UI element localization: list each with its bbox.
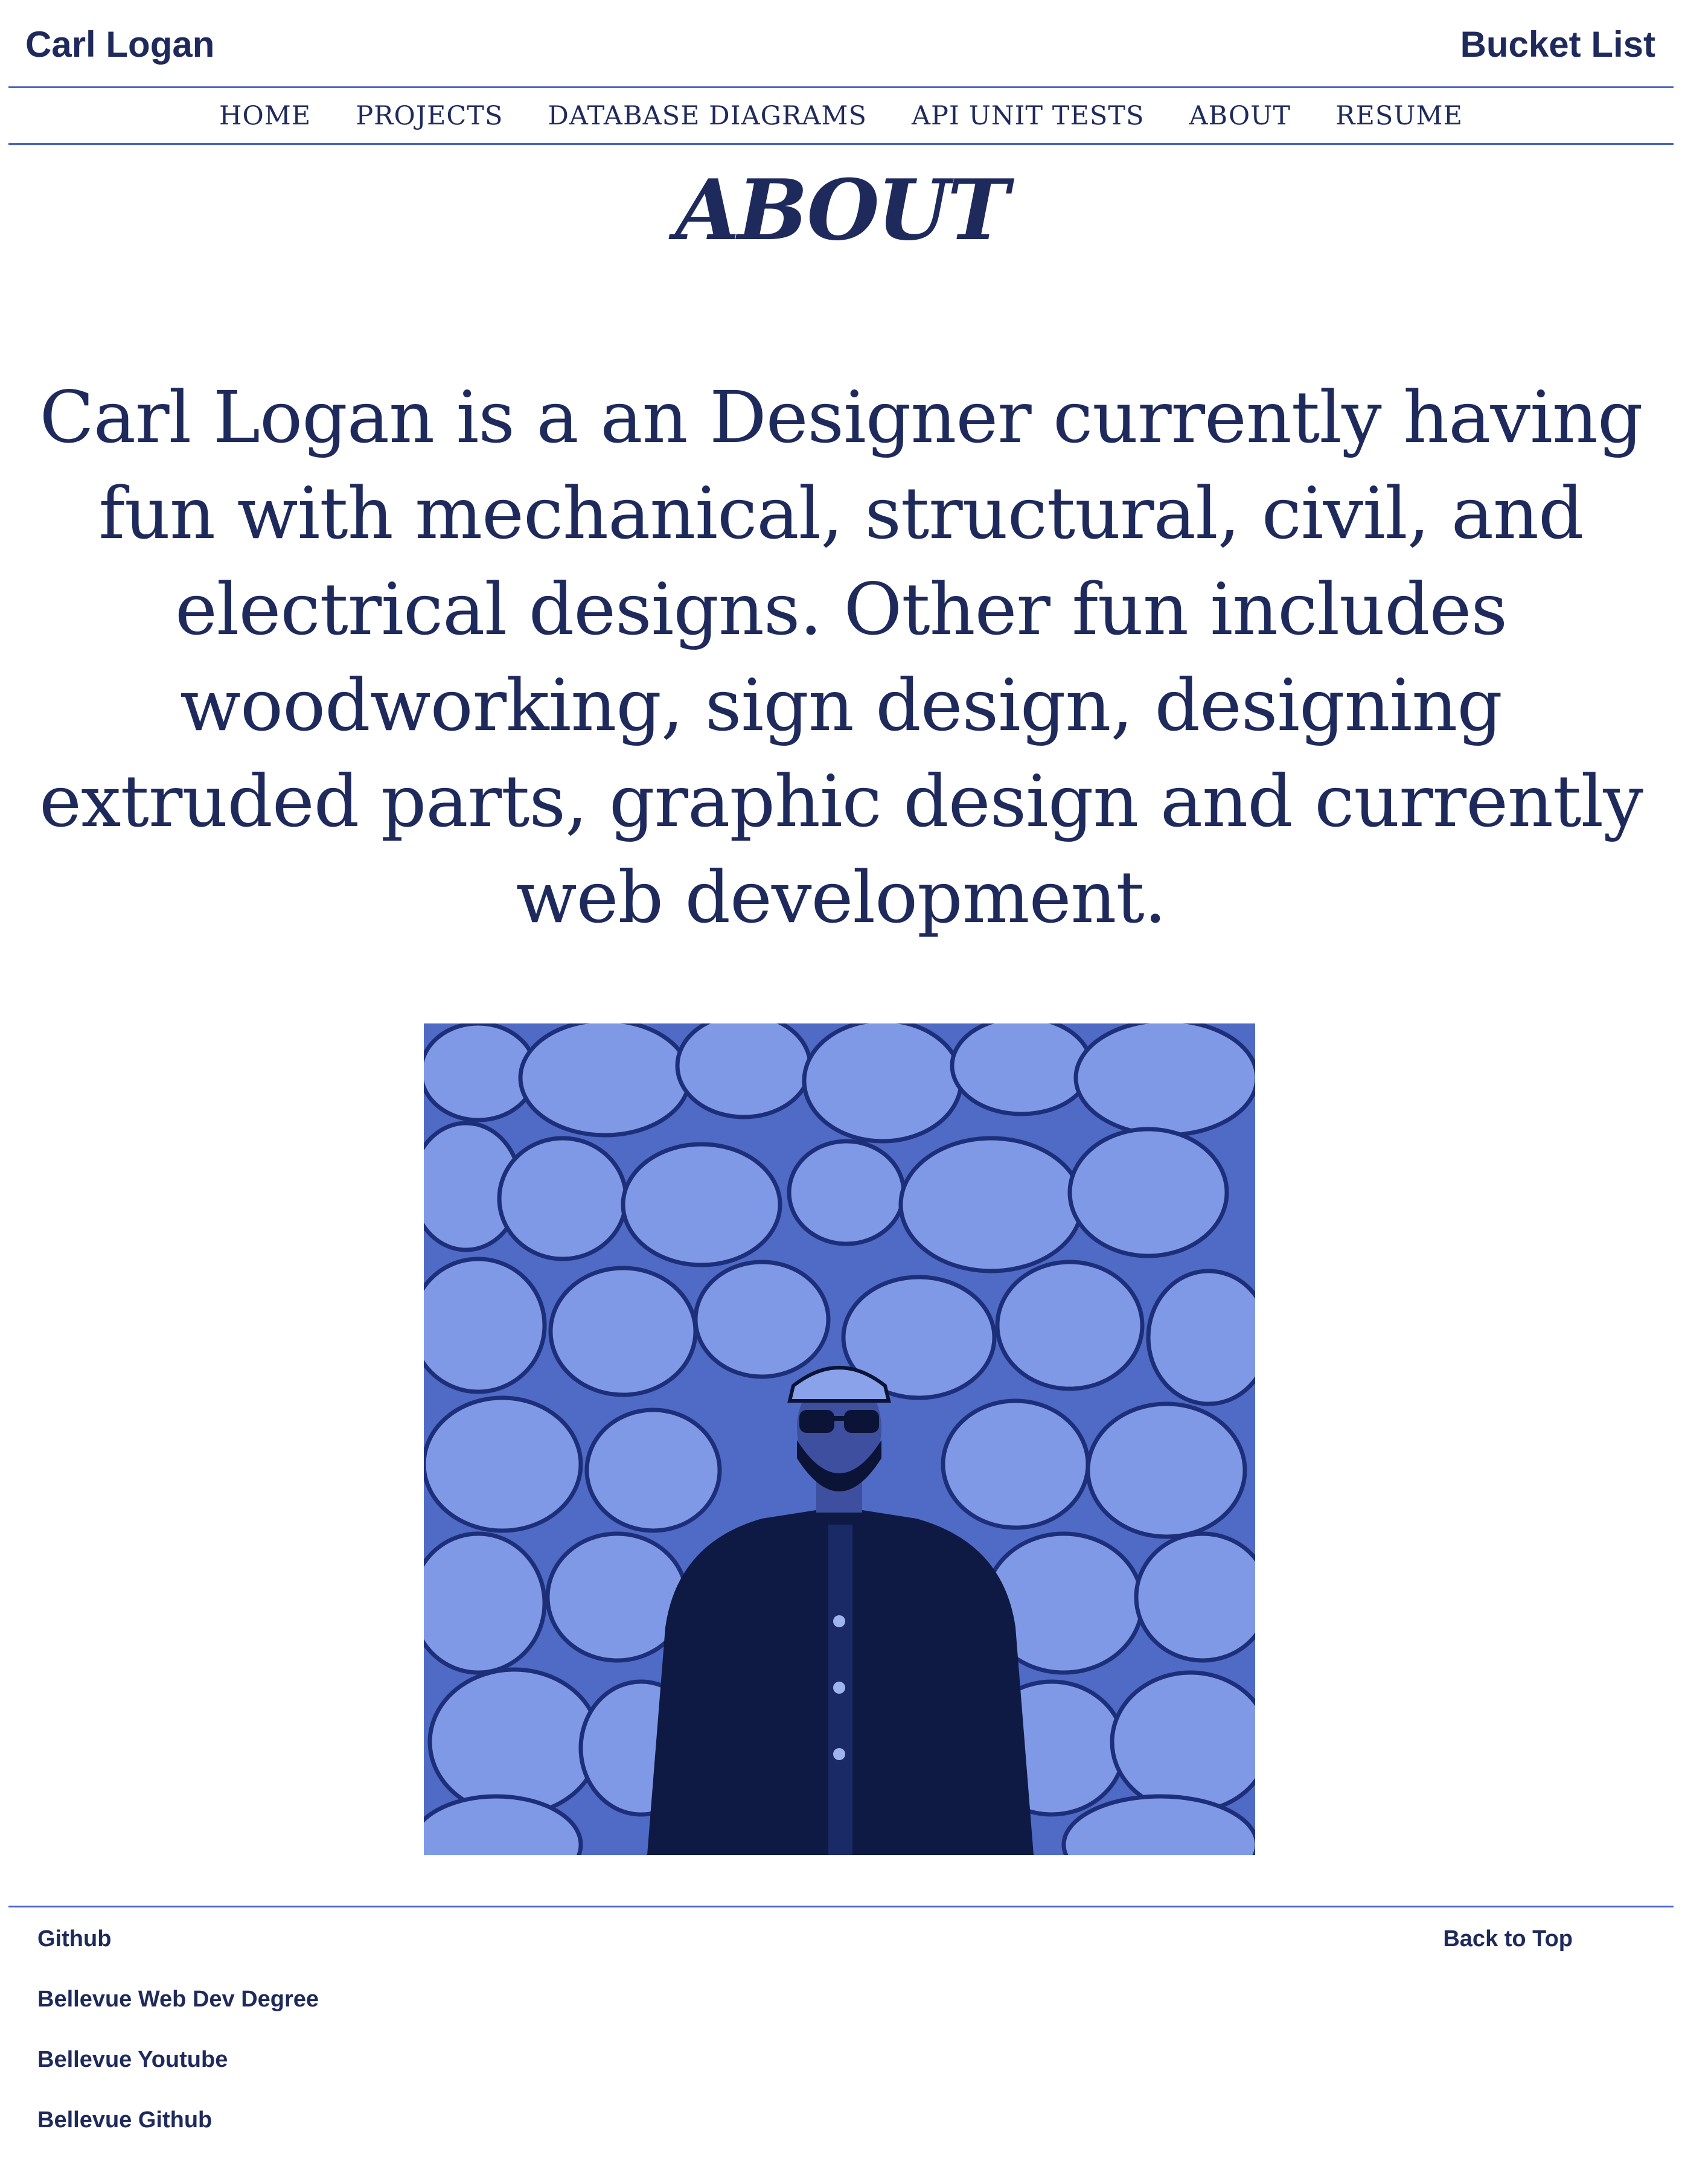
footer-link-bellevue-github[interactable]: Bellevue Github xyxy=(37,2105,319,2135)
footer-divider xyxy=(8,1906,1674,1907)
site-header: Carl Logan Bucket List xyxy=(0,0,1682,86)
footer-link-github[interactable]: Github xyxy=(37,1924,319,1954)
nav-item-resume[interactable]: RESUME xyxy=(1335,101,1463,131)
nav-item-api-unit-tests[interactable]: API UNIT TESTS xyxy=(912,101,1145,131)
page-title: ABOUT xyxy=(675,161,1009,259)
main-nav: HOME PROJECTS DATABASE DIAGRAMS API UNIT… xyxy=(0,88,1682,144)
bio-text: Carl Logan is a an Designer currently ha… xyxy=(39,376,1643,939)
nav-item-home[interactable]: HOME xyxy=(219,101,311,131)
bucket-list-link[interactable]: Bucket List xyxy=(1460,23,1655,66)
nav-item-about[interactable]: ABOUT xyxy=(1189,101,1291,131)
footer-link-bellevue-youtube[interactable]: Bellevue Youtube xyxy=(37,2045,319,2075)
nav-item-database-diagrams[interactable]: DATABASE DIAGRAMS xyxy=(548,101,867,131)
profile-photo xyxy=(424,1023,1255,1855)
nav-item-projects[interactable]: PROJECTS xyxy=(356,101,503,131)
back-to-top-link[interactable]: Back to Top xyxy=(1443,1924,1573,1954)
nav-divider xyxy=(8,143,1674,145)
footer-link-bellevue-web-dev-degree[interactable]: Bellevue Web Dev Degree xyxy=(37,1984,319,2014)
brand-link[interactable]: Carl Logan xyxy=(25,23,214,66)
footer-links: Github Bellevue Web Dev Degree Bellevue … xyxy=(37,1924,319,2165)
